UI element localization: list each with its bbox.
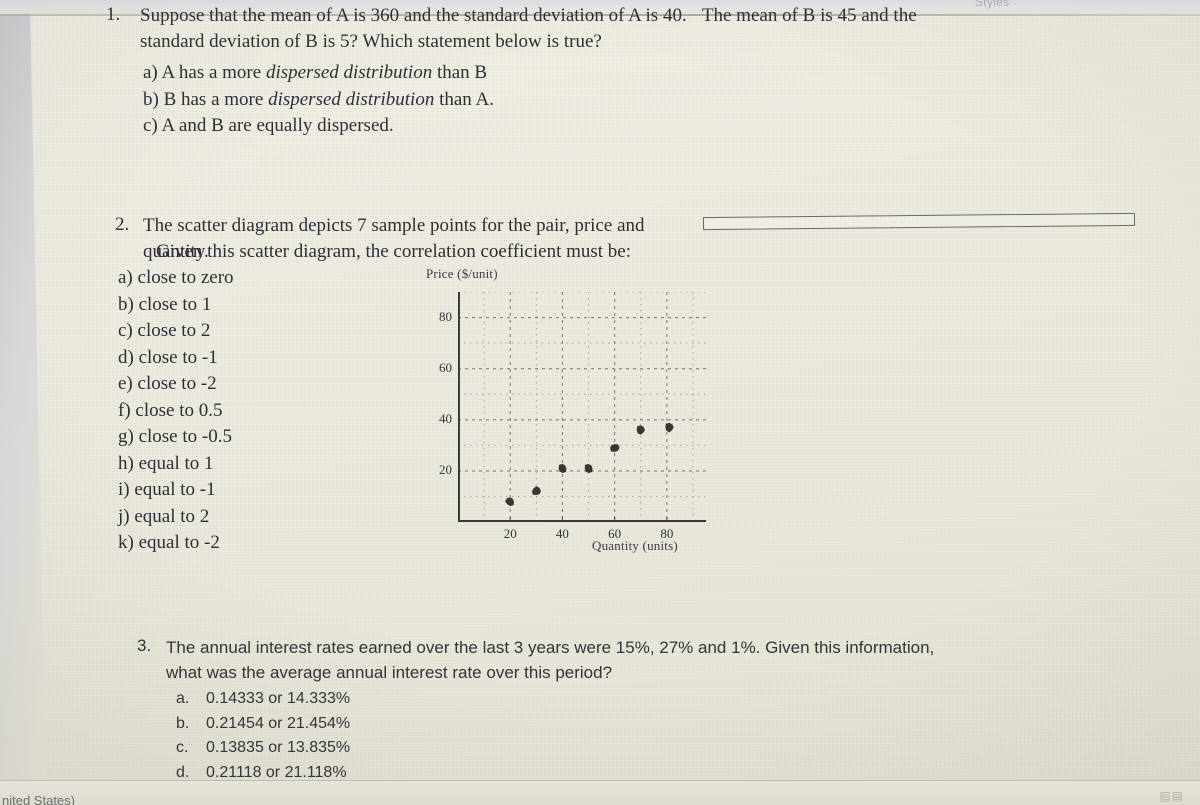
option-text-pre: A has a more (161, 62, 266, 83)
option-label: a. (176, 690, 190, 707)
option-text-italic: dispersed distribution (265, 62, 433, 83)
question-1-number: 1. (106, 4, 121, 25)
status-bar: nited States) ▤▤ (0, 780, 1200, 805)
chart-data-point (609, 444, 620, 452)
chart-y-tick-label: 60 (439, 359, 452, 375)
question-2-option-k[interactable]: k) equal to -2 (118, 530, 234, 557)
option-label: c. (176, 739, 189, 756)
question-2-option-g[interactable]: g) close to -0.5 (118, 424, 234, 451)
chart-plot-area: 20 40 60 80 20 40 60 80 (439, 292, 706, 541)
chart-y-tick-label: 80 (439, 308, 452, 324)
option-text: 0.13835 or 13.835% (206, 739, 351, 756)
page-view-icon[interactable]: ▤▤ (1159, 789, 1184, 803)
chart-data-point (665, 422, 674, 433)
question-3-number: 3. (137, 636, 152, 655)
option-label: a) (143, 62, 158, 83)
question-2-option-j[interactable]: j) equal to 2 (118, 504, 234, 531)
question-2-option-a[interactable]: a) close to zero (118, 265, 234, 292)
option-text-italic: dispersed distribution (268, 88, 435, 110)
chart-x-tick-label: 80 (660, 526, 674, 541)
question-2-options: a) close to zero b) close to 1 c) close … (118, 265, 234, 557)
question-3-option-c[interactable]: c. 0.13835 or 13.835% (176, 736, 350, 761)
rectangle-shape[interactable] (702, 212, 1136, 231)
chart-data-point (505, 497, 514, 507)
chart-y-axis-title: Price ($/unit) (426, 266, 498, 281)
chart-x-tick-label: 40 (555, 526, 569, 541)
question-1-option-c[interactable]: c) A and B are equally dispersed. (143, 113, 494, 140)
status-language-label[interactable]: nited States) (2, 793, 75, 805)
question-2-option-f[interactable]: f) close to 0.5 (118, 398, 234, 425)
question-2-option-b[interactable]: b) close to 1 (118, 292, 234, 319)
screen-left-edge (0, 0, 46, 805)
chart-y-tick-label: 40 (439, 410, 452, 426)
chart-y-tick-label: 20 (439, 461, 452, 477)
option-text-post: than B (432, 62, 488, 83)
question-1-line-1: Suppose that the mean of A is 360 and th… (140, 3, 1150, 29)
chart-svg (458, 292, 706, 522)
option-label: b) (143, 88, 159, 110)
question-2-option-e[interactable]: e) close to -2 (118, 371, 234, 398)
question-3-options: a. 0.14333 or 14.333% b. 0.21454 or 21.454… (176, 687, 350, 785)
question-1-options: a) A has a more dispersed distribution t… (143, 60, 494, 140)
document-page: Styles 1. Suppose that the mean of A is … (0, 0, 1200, 805)
question-1-text-b: The mean of B is 45 and the (701, 5, 917, 26)
question-3-line-2: what was the average annual interest rat… (166, 663, 613, 682)
option-label: b. (176, 714, 190, 732)
option-text: 0.14333 or 14.333% (206, 690, 351, 707)
scatter-diagram: Price ($/unit) Quantity (units) 20 40 60 80… (424, 266, 724, 566)
option-text: 0.21118 or 21.118% (206, 763, 347, 781)
question-2-option-d[interactable]: d) close to -1 (118, 345, 234, 372)
question-1-line-2: standard deviation of B is 5? Which stat… (140, 31, 602, 52)
question-1-text-a: Suppose that the mean of A is 360 and th… (140, 5, 687, 26)
chart-x-tick-label: 20 (503, 526, 517, 541)
chart-data-point (636, 425, 645, 435)
question-1-option-a[interactable]: a) A has a more dispersed distribution t… (143, 60, 494, 87)
chart-data-point (558, 463, 567, 474)
question-2-option-h[interactable]: h) equal to 1 (118, 451, 234, 478)
question-2-option-c[interactable]: c) close to 2 (118, 318, 234, 345)
question-3-option-a[interactable]: a. 0.14333 or 14.333% (176, 687, 350, 712)
question-3-option-b[interactable]: b. 0.21454 or 21.454% (176, 712, 350, 737)
question-2-number: 2. (115, 214, 130, 235)
option-text-post: than A. (434, 88, 494, 110)
option-text: 0.21454 or 21.454% (206, 714, 351, 732)
option-text-pre: B has a more (163, 88, 269, 110)
question-2-line-2: Given this scatter diagram, the correlat… (156, 241, 632, 262)
option-text-pre: A and B are equally dispersed. (161, 115, 394, 136)
question-2-option-i[interactable]: i) equal to -1 (118, 477, 234, 504)
option-label: c) (143, 115, 158, 136)
question-1-option-b[interactable]: b) B has a more dispersed distribution t… (143, 87, 494, 114)
question-3-line-1: The annual interest rates earned over th… (166, 638, 935, 657)
chart-x-tick-label: 60 (608, 526, 622, 541)
chart-data-point (531, 486, 542, 496)
chart-data-point (584, 463, 593, 474)
